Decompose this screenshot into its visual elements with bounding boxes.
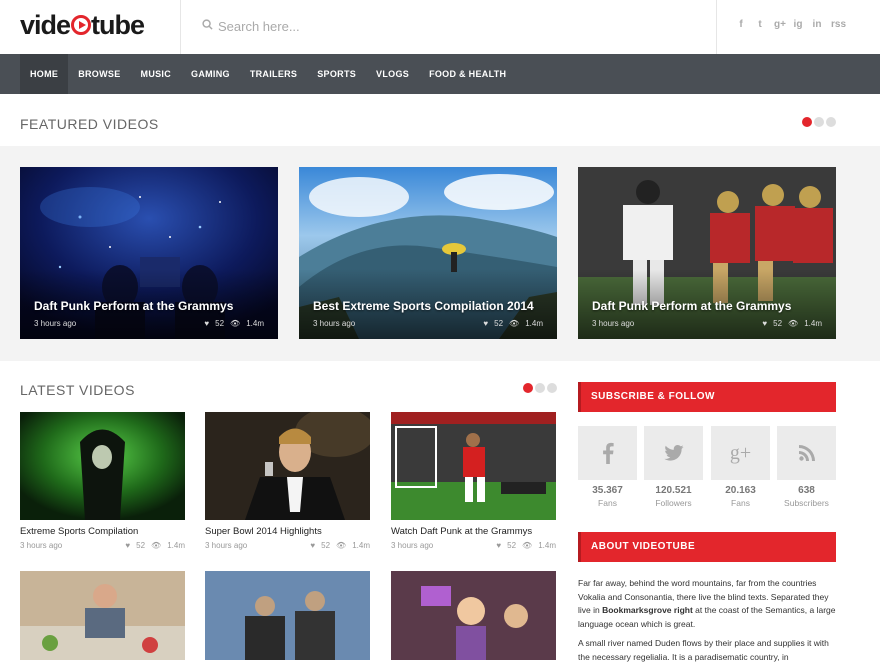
slider-dot[interactable]	[826, 117, 836, 127]
featured-video-card[interactable]: Best Extreme Sports Compilation 2014 3 h…	[299, 167, 557, 339]
latest-video-card[interactable]: Extreme Sports Compilation 3 hours ago ♥ 5…	[20, 412, 185, 550]
about-text: Far far away, behind the word mountains,…	[578, 578, 836, 662]
slider-dot[interactable]	[802, 117, 812, 127]
video-title[interactable]: Super Bowl 2014 Highlights	[205, 526, 370, 537]
nav-music[interactable]: MUSIC	[131, 54, 182, 94]
play-icon	[71, 15, 92, 35]
latest-slider-dots	[523, 383, 557, 393]
facebook-icon[interactable]: f	[736, 19, 746, 31]
slider-dot[interactable]	[814, 117, 824, 127]
video-time: 3 hours ago	[313, 319, 356, 328]
stat-rss[interactable]: 638 Subscribers	[777, 426, 836, 508]
video-thumbnail	[391, 412, 556, 520]
rss-icon[interactable]: rss	[831, 19, 846, 31]
social-links: f t g+ ig in rss	[736, 19, 846, 31]
video-title[interactable]: Daft Punk Perform at the Grammys	[34, 299, 233, 313]
eye-icon: 👁	[509, 319, 520, 328]
rss-icon	[798, 445, 815, 461]
video-title[interactable]: Watch Daft Punk at the Grammys	[391, 526, 556, 537]
heart-icon: ♥	[204, 319, 210, 328]
site-header: videtube f t g+ ig in rss	[0, 0, 880, 54]
slider-dot[interactable]	[523, 383, 533, 393]
video-thumbnail	[205, 412, 370, 520]
subscribe-header: SUBSCRIBE & FOLLOW	[578, 382, 836, 412]
featured-title: FEATURED VIDEOS	[20, 116, 159, 132]
video-thumbnail	[20, 571, 185, 660]
video-time: 3 hours ago	[592, 319, 635, 328]
video-thumbnail	[205, 571, 370, 660]
linkedin-icon[interactable]: in	[812, 19, 822, 31]
featured-video-card[interactable]: Daft Punk Perform at the Grammys 3 hours…	[20, 167, 278, 339]
latest-video-card[interactable]	[20, 571, 185, 660]
latest-title: LATEST VIDEOS	[20, 382, 135, 398]
about-link[interactable]: Bookmarksgrove right	[602, 605, 693, 615]
video-title[interactable]: Best Extreme Sports Compilation 2014	[313, 299, 534, 313]
nav-gaming[interactable]: GAMING	[181, 54, 240, 94]
video-thumbnail	[391, 571, 556, 660]
nav-food-health[interactable]: FOOD & HEALTH	[419, 54, 516, 94]
googleplus-icon[interactable]: g+	[774, 19, 786, 31]
eye-icon: 👁	[230, 319, 241, 328]
nav-browse[interactable]: BROWSE	[68, 54, 130, 94]
featured-slider-dots	[802, 117, 836, 127]
video-title[interactable]: Daft Punk Perform at the Grammys	[592, 299, 791, 313]
eye-icon: 👁	[336, 541, 347, 550]
latest-video-card[interactable]	[391, 571, 556, 660]
site-logo[interactable]: vide tube	[20, 10, 145, 41]
heart-icon: ♥	[496, 541, 502, 550]
latest-video-card[interactable]	[205, 571, 370, 660]
nav-sports[interactable]: SPORTS	[307, 54, 366, 94]
eye-icon: 👁	[788, 319, 799, 328]
about-header: ABOUT VIDEOTUBE	[578, 532, 836, 562]
eye-icon: 👁	[151, 541, 162, 550]
slider-dot[interactable]	[547, 383, 557, 393]
search-icon	[202, 19, 213, 30]
instagram-icon[interactable]: ig	[793, 19, 803, 31]
search-bar[interactable]	[200, 14, 680, 38]
heart-icon: ♥	[125, 541, 131, 550]
featured-video-card[interactable]: Daft Punk Perform at the Grammys 3 hours…	[578, 167, 836, 339]
stat-googleplus[interactable]: g+ 20.163 Fans	[711, 426, 770, 508]
eye-icon: 👁	[522, 541, 533, 550]
heart-icon: ♥	[310, 541, 316, 550]
googleplus-icon: g+	[729, 441, 752, 464]
heart-icon: ♥	[762, 319, 768, 328]
video-thumbnail	[20, 412, 185, 520]
stat-facebook[interactable]: 35.367 Fans	[578, 426, 637, 508]
latest-video-card[interactable]: Super Bowl 2014 Highlights 3 hours ago ♥ 5…	[205, 412, 370, 550]
nav-vlogs[interactable]: VLOGS	[366, 54, 419, 94]
heart-icon: ♥	[483, 319, 489, 328]
search-input[interactable]	[218, 14, 658, 38]
video-time: 3 hours ago	[34, 319, 77, 328]
twitter-icon	[663, 445, 684, 461]
nav-home[interactable]: HOME	[20, 54, 69, 94]
main-nav: HOME BROWSE MUSIC GAMING TRAILERS SPORTS…	[0, 54, 880, 94]
stat-twitter[interactable]: 120.521 Followers	[644, 426, 703, 508]
slider-dot[interactable]	[535, 383, 545, 393]
nav-trailers[interactable]: TRAILERS	[240, 54, 307, 94]
twitter-icon[interactable]: t	[755, 19, 765, 31]
latest-video-card[interactable]: Watch Daft Punk at the Grammys 3 hours a…	[391, 412, 556, 550]
facebook-icon	[602, 442, 614, 464]
video-title[interactable]: Extreme Sports Compilation	[20, 526, 185, 537]
